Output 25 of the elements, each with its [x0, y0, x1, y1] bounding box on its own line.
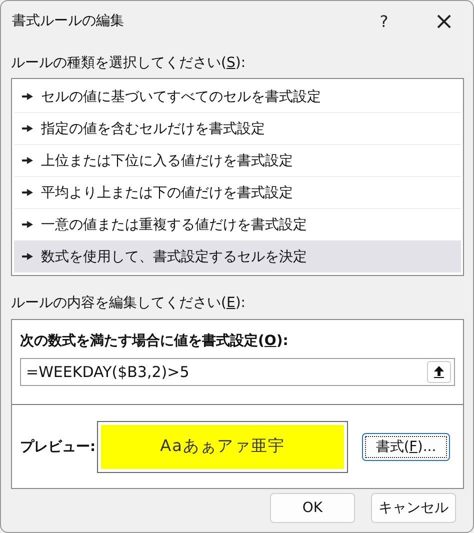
- rule-type-item[interactable]: 指定の値を含むセルだけを書式設定: [14, 113, 461, 145]
- window-title: 書式ルールの編集: [12, 12, 125, 30]
- section-label: ルールの内容を編集してください(E):: [11, 294, 247, 313]
- format-button[interactable]: 書式(F)...: [362, 432, 450, 460]
- pointer-arrow-icon: [22, 125, 33, 132]
- rule-type-item[interactable]: 数式を使用して、書式設定するセルを決定: [14, 241, 461, 273]
- rule-type-item[interactable]: 平均より上または下の値だけを書式設定: [14, 177, 461, 209]
- formula-label: 次の数式を満たす場合に値を書式設定(O):: [20, 332, 290, 351]
- collapse-button[interactable]: [427, 361, 451, 383]
- pointer-arrow-icon: [22, 93, 33, 100]
- ok-button[interactable]: OK: [270, 493, 355, 523]
- pointer-arrow-icon: [22, 157, 33, 164]
- upload-arrow-icon: [434, 366, 444, 378]
- preview-label: プレビュー:: [20, 438, 97, 456]
- rule-type-item[interactable]: 上位または下位に入る値だけを書式設定: [14, 145, 461, 177]
- section-label: ルールの種類を選択してください(S):: [11, 54, 247, 73]
- formula-input-field[interactable]: =WEEKDAY($B3,2)>5: [20, 358, 455, 386]
- pointer-arrow-icon: [22, 221, 33, 228]
- help-button[interactable]: ?: [361, 3, 407, 39]
- pointer-arrow-icon: [22, 189, 33, 196]
- close-button[interactable]: ×: [421, 3, 467, 39]
- preview-sample: Aaあぁアァ亜宇: [98, 422, 347, 472]
- rule-type-item[interactable]: セルの値に基づいてすべてのセルを書式設定: [14, 81, 461, 113]
- pointer-arrow-icon: [22, 253, 33, 260]
- cancel-button[interactable]: キャンセル: [371, 493, 456, 523]
